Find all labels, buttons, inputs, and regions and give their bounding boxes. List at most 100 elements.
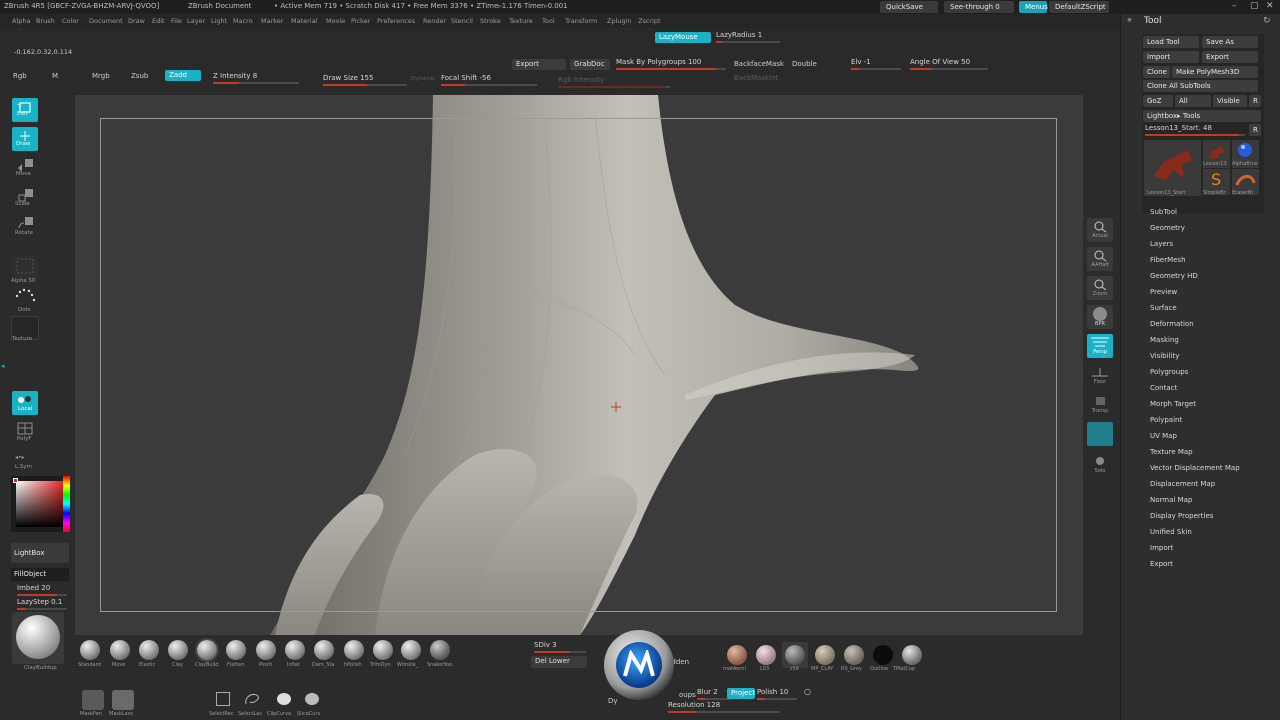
palette-item-vector-displacement-map[interactable]: Vector Displacement Map — [1150, 464, 1240, 472]
del-lower-button[interactable]: Del Lower — [531, 656, 587, 668]
current-tool-slider[interactable]: Lesson13_Start. 48 — [1145, 124, 1245, 136]
brush-trimdynamic-icon[interactable] — [373, 640, 393, 660]
save-as-button[interactable]: Save As — [1202, 36, 1258, 48]
menu-tool[interactable]: Tool — [542, 17, 555, 25]
menu-preferences[interactable]: Preferences — [377, 17, 415, 25]
maximize-icon[interactable]: ▢ — [1250, 1, 1259, 11]
color-saturation-field[interactable] — [16, 481, 65, 527]
goz-r-button[interactable]: R — [1249, 95, 1261, 107]
shelf-collapse-arrow-icon[interactable]: ◂ — [1, 362, 5, 370]
double-button[interactable]: Double — [792, 60, 817, 68]
material-outline-icon[interactable] — [873, 645, 893, 665]
backface-mask-button[interactable]: BackfaceMask — [734, 60, 784, 68]
menu-stencil[interactable]: Stencil — [451, 17, 473, 25]
menu-zplugin[interactable]: Zplugin — [607, 17, 632, 25]
menu-zscript[interactable]: Zscript — [638, 17, 661, 25]
menu-layer[interactable]: Layer — [187, 17, 205, 25]
palette-item-masking[interactable]: Masking — [1150, 336, 1179, 344]
palette-title[interactable]: Tool — [1144, 16, 1161, 26]
palette-item-deformation[interactable]: Deformation — [1150, 320, 1194, 328]
close-icon[interactable]: ✕ — [1266, 1, 1274, 11]
material-z56-slot[interactable] — [782, 642, 808, 668]
palette-item-visibility[interactable]: Visibility — [1150, 352, 1179, 360]
menu-macro[interactable]: Macro — [233, 17, 253, 25]
floor-button[interactable] — [1087, 366, 1113, 390]
menu-brush[interactable]: Brush — [36, 17, 55, 25]
material-rsgrey-icon[interactable] — [844, 645, 864, 665]
menu-stroke[interactable]: Stroke — [480, 17, 501, 25]
resolution-slider[interactable]: Resolution 128 — [668, 701, 780, 713]
polish-slider[interactable]: Polish 10 — [757, 688, 797, 700]
groups-button[interactable]: oups — [679, 691, 696, 699]
z-intensity-slider[interactable]: Z Intensity 8 — [213, 72, 299, 84]
grabdoc-button[interactable]: GrabDoc — [570, 59, 610, 70]
selectrect-icon[interactable] — [216, 692, 230, 706]
mask-by-polygroups-slider[interactable]: Mask By Polygroups 100 — [616, 58, 726, 70]
menu-document[interactable]: Document — [89, 17, 123, 25]
menu-alpha[interactable]: Alpha — [12, 17, 30, 25]
hue-strip[interactable] — [63, 476, 70, 532]
export-tool-button[interactable]: Export — [1202, 51, 1258, 63]
menu-movie[interactable]: Movie — [326, 17, 345, 25]
quicksave-button[interactable]: QuickSave — [880, 1, 938, 13]
dynamesh-button[interactable]: Dy — [608, 697, 618, 705]
palette-item-surface[interactable]: Surface — [1150, 304, 1177, 312]
selectlasso-icon[interactable] — [242, 690, 262, 708]
draw-size-slider[interactable]: Draw Size 155 — [323, 74, 407, 86]
palette-item-geometry-hd[interactable]: Geometry HD — [1150, 272, 1198, 280]
lsym-label[interactable]: L.Sym — [15, 464, 32, 470]
brush-move-icon[interactable] — [110, 640, 130, 660]
palette-item-polygroups[interactable]: Polygroups — [1150, 368, 1188, 376]
masklasso-button[interactable] — [112, 690, 134, 710]
palette-item-geometry[interactable]: Geometry — [1150, 224, 1185, 232]
palette-item-import[interactable]: Import — [1150, 544, 1173, 552]
menu-transform[interactable]: Transform — [565, 17, 597, 25]
palette-item-displacement-map[interactable]: Displacement Map — [1150, 480, 1215, 488]
current-brush-button[interactable] — [12, 612, 64, 664]
brush-wrinkle-icon[interactable] — [401, 640, 421, 660]
mrgb-button[interactable]: Mrgb — [92, 72, 110, 80]
lightbox-button[interactable]: LightBox — [11, 543, 69, 563]
focal-shift-slider[interactable]: Focal Shift -56 — [441, 74, 537, 86]
brush-inflat-icon[interactable] — [285, 640, 305, 660]
tool-r-button[interactable]: R — [1249, 124, 1261, 136]
brush-claybuildup-icon[interactable] — [197, 640, 217, 660]
draw-mode-button[interactable] — [12, 127, 38, 151]
menu-render[interactable]: Render — [423, 17, 446, 25]
color-picker[interactable] — [11, 476, 70, 532]
export-button[interactable]: Export — [512, 59, 566, 70]
rgb-button[interactable]: Rgb — [13, 72, 27, 80]
palette-item-fibermesh[interactable]: FiberMesh — [1150, 256, 1186, 264]
elevation-slider[interactable]: Elv -1 — [851, 58, 901, 70]
blur-slider[interactable]: Blur 2 — [697, 688, 731, 700]
palette-item-polypaint[interactable]: Polypaint — [1150, 416, 1182, 424]
maskpen-button[interactable] — [82, 690, 104, 710]
slicecurve-icon[interactable] — [302, 690, 322, 708]
clone-button[interactable]: Clone — [1143, 66, 1170, 78]
palette-item-uv-map[interactable]: UV Map — [1150, 432, 1177, 440]
goz-button[interactable]: GoZ — [1143, 95, 1173, 107]
goz-all-button[interactable]: All — [1175, 95, 1211, 107]
default-zscript-button[interactable]: DefaultZScript — [1049, 1, 1109, 13]
lazyradius-slider[interactable]: LazyRadius 1 — [716, 31, 780, 43]
menu-file[interactable]: File — [171, 17, 182, 25]
transp-button[interactable] — [1087, 394, 1113, 418]
palette-item-normal-map[interactable]: Normal Map — [1150, 496, 1192, 504]
lightbox-tools-button[interactable]: Lightbox▸ Tools — [1143, 110, 1261, 122]
menu-color[interactable]: Color — [62, 17, 79, 25]
brush-standard-icon[interactable] — [80, 640, 100, 660]
material-l03-icon[interactable] — [756, 645, 776, 665]
project-button[interactable]: Project — [727, 688, 755, 699]
palette-item-export[interactable]: Export — [1150, 560, 1173, 568]
primary-color-swatch[interactable] — [13, 478, 18, 483]
palette-item-texture-map[interactable]: Texture Map — [1150, 448, 1193, 456]
minimize-icon[interactable]: – — [1232, 1, 1237, 11]
menu-edit[interactable]: Edit — [152, 17, 165, 25]
circle-toggle-icon[interactable]: ○ — [804, 687, 811, 696]
menu-marker[interactable]: Marker — [261, 17, 283, 25]
palette-item-contact[interactable]: Contact — [1150, 384, 1177, 392]
brush-elastic-icon[interactable] — [139, 640, 159, 660]
menu-texture[interactable]: Texture — [509, 17, 533, 25]
brush-hpolish-icon[interactable] — [344, 640, 364, 660]
dynamic-button[interactable]: Dynamic — [411, 76, 435, 82]
